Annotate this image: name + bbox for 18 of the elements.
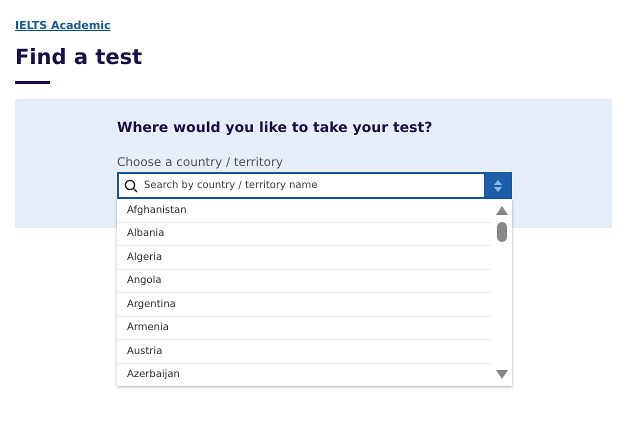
country-option[interactable]: Argentina: [117, 293, 492, 316]
sort-arrows-icon: [494, 178, 502, 192]
question-heading: Where would you like to take your test?: [117, 120, 434, 136]
dropdown-toggle-button[interactable]: [484, 172, 512, 199]
page-title: Find a test: [15, 45, 144, 69]
scrollbar-thumb[interactable]: [497, 222, 507, 242]
country-option[interactable]: Azerbaijan: [117, 364, 492, 386]
country-option[interactable]: Albania: [117, 222, 492, 246]
field-label: Choose a country / territory: [117, 155, 284, 169]
country-option[interactable]: Angola: [117, 270, 492, 293]
country-option[interactable]: Algeria: [117, 246, 492, 270]
country-option[interactable]: Austria: [117, 340, 492, 364]
search-field[interactable]: Search by country / territory name: [117, 172, 484, 199]
scroll-down-icon[interactable]: [496, 370, 508, 379]
scroll-up-icon[interactable]: [496, 206, 508, 215]
country-option[interactable]: Armenia: [117, 316, 492, 340]
country-option[interactable]: Afghanistan: [117, 199, 492, 222]
breadcrumb-link[interactable]: IELTS Academic: [15, 19, 111, 32]
